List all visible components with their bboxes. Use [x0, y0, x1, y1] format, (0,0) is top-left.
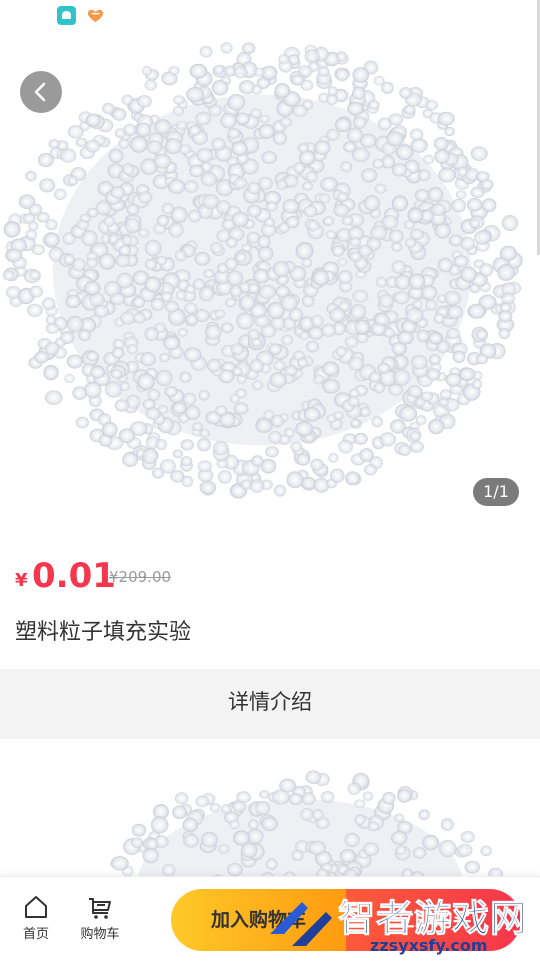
detail-product-image	[110, 770, 503, 879]
home-icon	[25, 896, 47, 918]
product-image	[2, 42, 523, 499]
original-price: ¥209.00	[109, 568, 172, 586]
watermark-url: zzsyxsfy.com	[370, 936, 488, 955]
status-bar	[0, 0, 540, 30]
watermark-text: 智者游戏网	[338, 897, 528, 941]
back-button[interactable]	[20, 71, 62, 113]
current-price: 0.01	[32, 556, 116, 596]
tab-home[interactable]: 首页	[6, 893, 66, 942]
chevron-left-icon	[34, 82, 46, 102]
tab-cart[interactable]: 购物车	[70, 893, 130, 942]
tab-home-label: 首页	[22, 927, 49, 942]
heart-app-icon	[87, 9, 104, 23]
currency-symbol: ¥	[15, 570, 28, 591]
detail-section-header: 详情介绍	[0, 669, 540, 739]
watermark: 智者游戏网 zzsyxsfy.com	[262, 888, 540, 960]
watermark-logo-icon	[270, 902, 332, 946]
product-title: 塑料粒子填充实验	[15, 620, 192, 645]
tab-cart-label: 购物车	[80, 927, 120, 942]
image-pager: 1/1	[473, 478, 519, 506]
app-notification-icon	[57, 6, 76, 25]
cart-icon	[89, 898, 111, 919]
product-image-gallery[interactable]: 1/1	[0, 0, 540, 530]
detail-image	[0, 739, 540, 879]
